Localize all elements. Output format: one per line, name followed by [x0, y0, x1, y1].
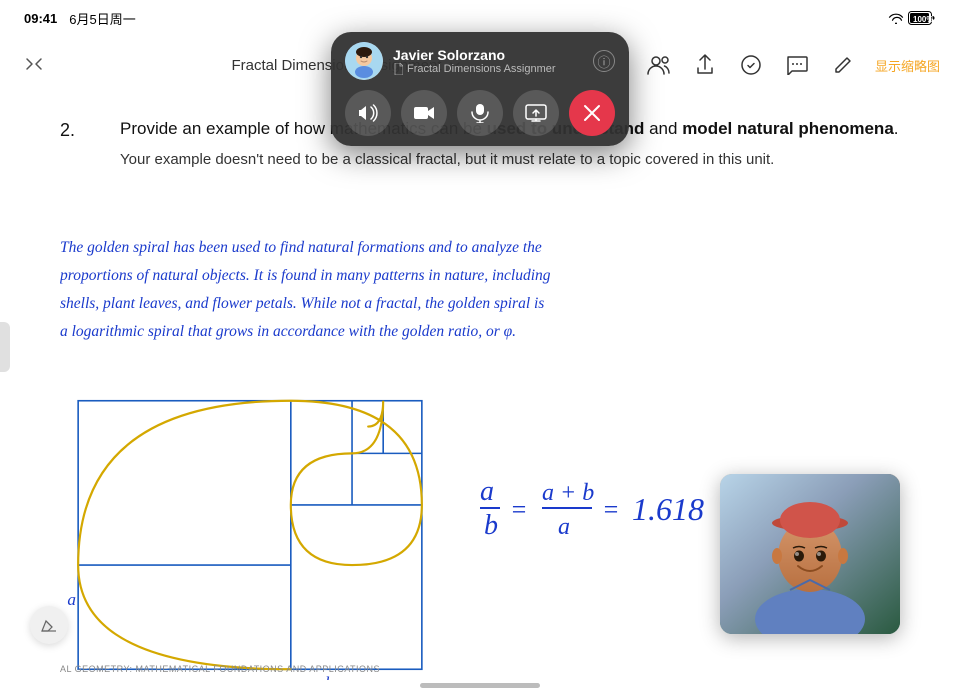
- facetime-controls: [345, 90, 615, 136]
- camera-feed[interactable]: [720, 474, 900, 634]
- toolbar-right: 显示缩略图: [645, 51, 940, 79]
- status-bar: 09:41 6月5日周一 100%: [0, 0, 960, 36]
- svg-text:a logarithmic spiral that gro: a logarithmic spiral that grows in accor…: [60, 323, 516, 340]
- eraser-icon: [39, 615, 59, 635]
- show-thumbnails-button[interactable]: 显示缩略图: [875, 56, 940, 75]
- svg-text:1.618: 1.618: [632, 491, 704, 527]
- svg-text:a: a: [67, 590, 76, 609]
- svg-text:100%: 100%: [913, 15, 933, 24]
- people-icon[interactable]: [645, 51, 673, 79]
- svg-text:a + b: a + b: [542, 480, 594, 506]
- eraser-tool-button[interactable]: [30, 606, 68, 644]
- camera-person: [720, 474, 900, 634]
- markup-icon[interactable]: [737, 51, 765, 79]
- bottom-label: AL GEOMETRY: MATHEMATICAL FOUNDATIONS AN…: [60, 664, 380, 674]
- facetime-header: Javier Solorzano Fractal Dimensions Assi…: [345, 42, 615, 80]
- toolbar-left: [20, 51, 48, 79]
- svg-text:shells, plant leaves, and flo: shells, plant leaves, and flower petals.…: [60, 295, 544, 312]
- wifi-icon: [888, 12, 904, 24]
- caller-name: Javier Solorzano: [393, 47, 583, 63]
- status-date: 6月5日周一: [69, 9, 135, 28]
- document-icon: [393, 63, 403, 75]
- svg-text:a: a: [164, 674, 173, 680]
- facetime-info: Javier Solorzano Fractal Dimensions Assi…: [393, 47, 583, 75]
- facetime-doc: Fractal Dimensions Assignmer: [393, 63, 583, 75]
- mute-button[interactable]: [457, 90, 503, 136]
- golden-spiral-drawing: a a b: [60, 390, 440, 680]
- battery-icon: 100%: [908, 11, 936, 25]
- main-content: 2. Provide an example of how mathematics…: [60, 90, 900, 654]
- question-number: 2.: [60, 120, 75, 141]
- svg-text:=: =: [510, 495, 528, 524]
- status-right: 100%: [888, 11, 936, 25]
- status-time: 09:41: [24, 11, 57, 26]
- share-icon[interactable]: [691, 51, 719, 79]
- sidebar-handle[interactable]: [0, 322, 10, 372]
- bottom-bar: [0, 683, 960, 688]
- svg-text:b: b: [484, 510, 498, 541]
- facetime-overlay: Javier Solorzano Fractal Dimensions Assi…: [331, 32, 629, 146]
- handwritten-answer: The golden spiral has been used to find …: [60, 230, 900, 395]
- svg-text:a: a: [558, 514, 570, 540]
- volume-button[interactable]: [345, 90, 391, 136]
- status-icons: 100%: [888, 11, 936, 25]
- screen-share-button[interactable]: [513, 90, 559, 136]
- comment-icon[interactable]: [783, 51, 811, 79]
- caller-avatar: [345, 42, 383, 80]
- home-indicator[interactable]: [420, 683, 540, 688]
- edit-icon[interactable]: [829, 51, 857, 79]
- svg-text:The golden spiral has been use: The golden spiral has been used to find …: [60, 239, 542, 256]
- svg-text:a: a: [480, 476, 494, 507]
- svg-text:proportions of natural object: proportions of natural objects. It is fo…: [60, 267, 551, 284]
- handwritten-text-svg: The golden spiral has been used to find …: [60, 230, 920, 385]
- svg-text:=: =: [602, 495, 620, 524]
- end-call-button[interactable]: [569, 90, 615, 136]
- svg-text:b: b: [325, 674, 334, 680]
- collapse-icon[interactable]: [20, 51, 48, 79]
- question-sub: Your example doesn't need to be a classi…: [120, 148, 900, 171]
- video-button[interactable]: [401, 90, 447, 136]
- facetime-info-button[interactable]: ⓘ: [593, 50, 615, 72]
